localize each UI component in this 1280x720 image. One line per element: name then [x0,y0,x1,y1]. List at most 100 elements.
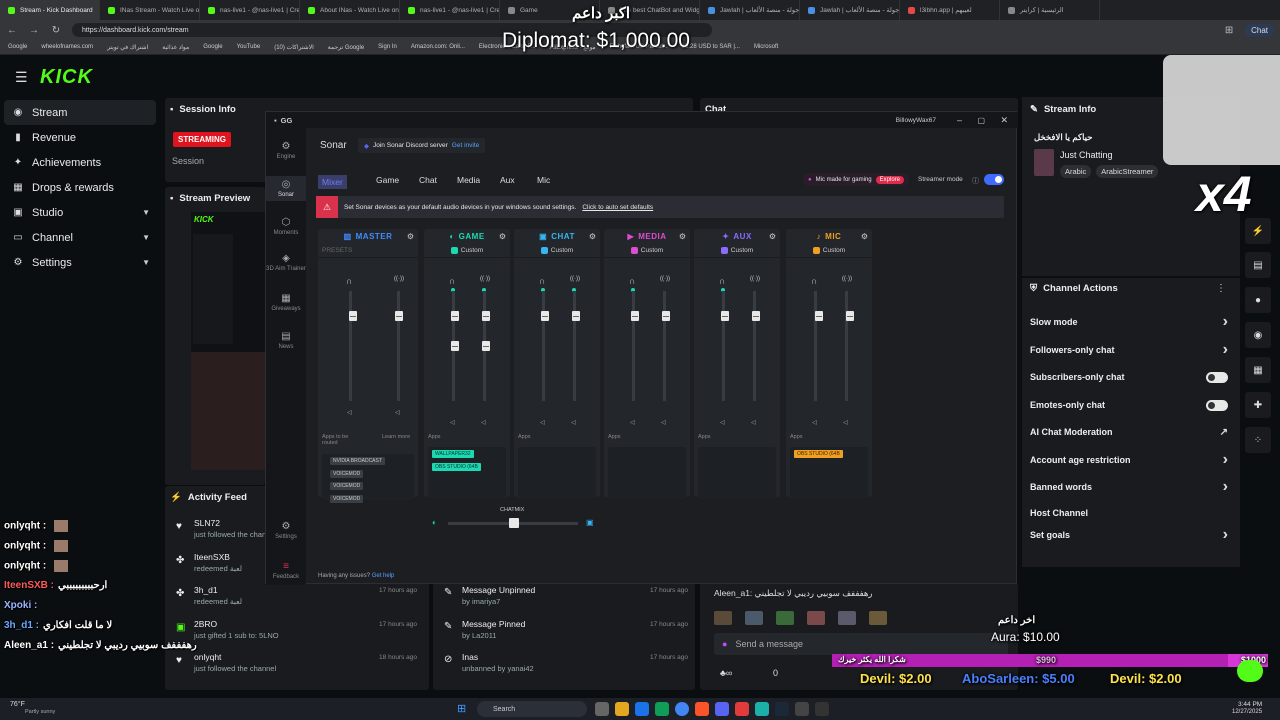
apps-dropzone[interactable]: WALLPAPER32 OBS STUDIO (64B [428,447,506,499]
apps-icon[interactable]: ⁘ [1245,427,1271,453]
sidebar-item-stream[interactable]: ◉ Stream [4,100,156,125]
channel-settings-icon[interactable]: ⚙ [861,232,868,241]
fader-knob[interactable] [349,311,357,321]
broadcast-icon[interactable]: ((·)) [750,276,760,282]
brave-icon[interactable] [695,702,709,716]
channel-action-host-channel[interactable]: Host Channel [1030,503,1230,523]
sonar-tab-mic[interactable]: Mic [537,175,550,185]
gg-nav-feedback[interactable]: ≡ Feedback [266,558,306,583]
auto-set-defaults-link[interactable]: Click to auto set defaults [582,204,653,211]
emote-icon[interactable] [714,611,732,625]
discord-icon[interactable] [715,702,729,716]
chat-input[interactable]: ● Send a message [714,633,1008,655]
mute-icon[interactable]: ◁ [481,419,486,426]
chat-browser-button[interactable]: Chat [1245,23,1274,37]
gg-nav-engine[interactable]: ⚙ Engine [266,138,306,163]
bookmark-item[interactable]: Google [203,44,222,50]
volume-fader[interactable] [632,291,635,401]
bookmark-item[interactable]: Sign In [378,44,397,50]
mute-icon[interactable]: ◁ [720,419,725,426]
channel-settings-icon[interactable]: ⚙ [589,232,596,241]
stream-category[interactable]: Just Chatting [1060,150,1113,160]
volume-fader[interactable] [814,291,817,401]
weather-temp[interactable]: 76°F [10,701,25,708]
channel-action-emotes-only-chat[interactable]: Emotes-only chat [1030,395,1230,415]
sidebar-item-drops-rewards[interactable]: ▦ Drops & rewards [0,175,160,200]
channel-preset[interactable]: Custom [424,244,510,258]
apps-dropzone[interactable] [698,447,776,499]
emote-icon[interactable] [838,611,856,625]
app-icon[interactable] [755,702,769,716]
mute-icon[interactable]: ◁ [540,419,545,426]
sidebar-item-revenue[interactable]: ▮ Revenue [0,125,160,150]
mute-icon[interactable]: ◁ [661,419,666,426]
gg-nav-sonar[interactable]: ◎ Sonar [266,176,306,201]
clock-time[interactable]: 3:44 PM [1238,701,1262,708]
channel-settings-icon[interactable]: ⚙ [679,232,686,241]
kick-logo[interactable]: KICK [40,66,93,89]
mute-icon[interactable]: ◁ [751,419,756,426]
emote-icon[interactable] [776,611,794,625]
volume-fader[interactable] [542,291,545,401]
emote-icon[interactable] [745,611,763,625]
channel-preset[interactable]: Custom [694,244,780,258]
gg-nav-settings[interactable]: ⚙ Settings [266,518,306,543]
fader-knob[interactable] [815,311,823,321]
channel-action-banned-words[interactable]: Banned words › [1030,477,1230,497]
app-icon[interactable] [735,702,749,716]
activity-user[interactable]: SLN72 [194,518,220,528]
broadcast-icon[interactable]: ((·)) [660,276,670,282]
sidebar-item-channel[interactable]: ▭ Channel ▼ [0,225,160,250]
stream-preview-video[interactable]: KICK [191,212,265,470]
mute-icon[interactable]: ◁ [347,409,352,416]
edge-icon[interactable] [655,702,669,716]
activity-item[interactable]: ▣ 2BRO just gifted 1 sub to: 5LNO 17 hours … [172,619,427,652]
toggle-switch[interactable] [1206,399,1228,411]
browser-tab[interactable]: Jawlah | جولة - منصة الألعاب [800,0,900,20]
activity-user[interactable]: 3h_d1 [194,585,218,595]
steelseries-icon[interactable] [815,702,829,716]
sonar-tab-chat[interactable]: Chat [419,175,437,185]
volume-fader[interactable] [397,291,400,401]
volume-fader[interactable] [845,291,848,401]
routed-app-chip[interactable]: WALLPAPER32 [432,450,474,458]
chrome-icon[interactable] [675,702,689,716]
channel-action-followers-only-chat[interactable]: Followers-only chat › [1030,340,1230,360]
apps-dropzone[interactable] [518,447,596,499]
channel-action-ai-chat-moderation[interactable]: AI Chat Moderation ↗ [1030,422,1230,442]
browser-tab[interactable]: الرئيسية | كرايتر [1000,0,1100,20]
headphones-icon[interactable]: ∩ [346,276,352,286]
emote-icon[interactable] [807,611,825,625]
routed-app-chip[interactable]: NVIDIA BROADCAST [330,457,385,465]
gg-nav-3d-aim-trainer[interactable]: ◈ 3D Aim Trainer [266,250,306,275]
channel-action-set-goals[interactable]: Set goals › [1030,525,1230,545]
channel-preset[interactable]: Custom [514,244,600,258]
minimize-icon[interactable]: – [957,115,962,125]
toggle-switch[interactable] [1206,371,1228,383]
apps-dropzone[interactable]: OBS STUDIO (64B [790,447,868,499]
activity-user[interactable]: onlyqht [194,652,221,662]
apps-dropzone[interactable]: NVIDIA BROADCAST VOICEMOD VOICEMOD VOICEMOD [322,454,414,503]
obs-icon[interactable] [795,702,809,716]
headphones-icon[interactable]: ∩ [539,276,545,286]
fader-knob[interactable] [572,311,580,321]
explore-button[interactable]: Explore [875,175,904,184]
channel-settings-icon[interactable]: ⚙ [769,232,776,241]
volume-fader[interactable] [753,291,756,401]
fader-knob[interactable] [451,311,459,321]
mute-icon[interactable]: ◁ [630,419,635,426]
mute-icon[interactable]: ◁ [812,419,817,426]
more-options-icon[interactable]: ⋮ [1216,283,1226,294]
bookmark-item[interactable]: Microsoft [754,44,778,50]
activity-user[interactable]: 2BRO [194,619,217,629]
sidebar-item-achievements[interactable]: ✦ Achievements [0,150,160,175]
emote-icon[interactable] [869,611,887,625]
learn-more-link[interactable]: Learn more [382,434,412,440]
bookmark-item[interactable]: ترجمة Google [328,44,364,51]
layout-icon[interactable]: ▦ [1245,357,1271,383]
browser-tab[interactable]: l3ibhn.app | لعيبهم [900,0,1000,20]
fader-knob[interactable] [451,341,459,351]
steam-icon[interactable] [775,702,789,716]
sonar-tab-aux[interactable]: Aux [500,175,515,185]
task-view-icon[interactable] [595,702,609,716]
